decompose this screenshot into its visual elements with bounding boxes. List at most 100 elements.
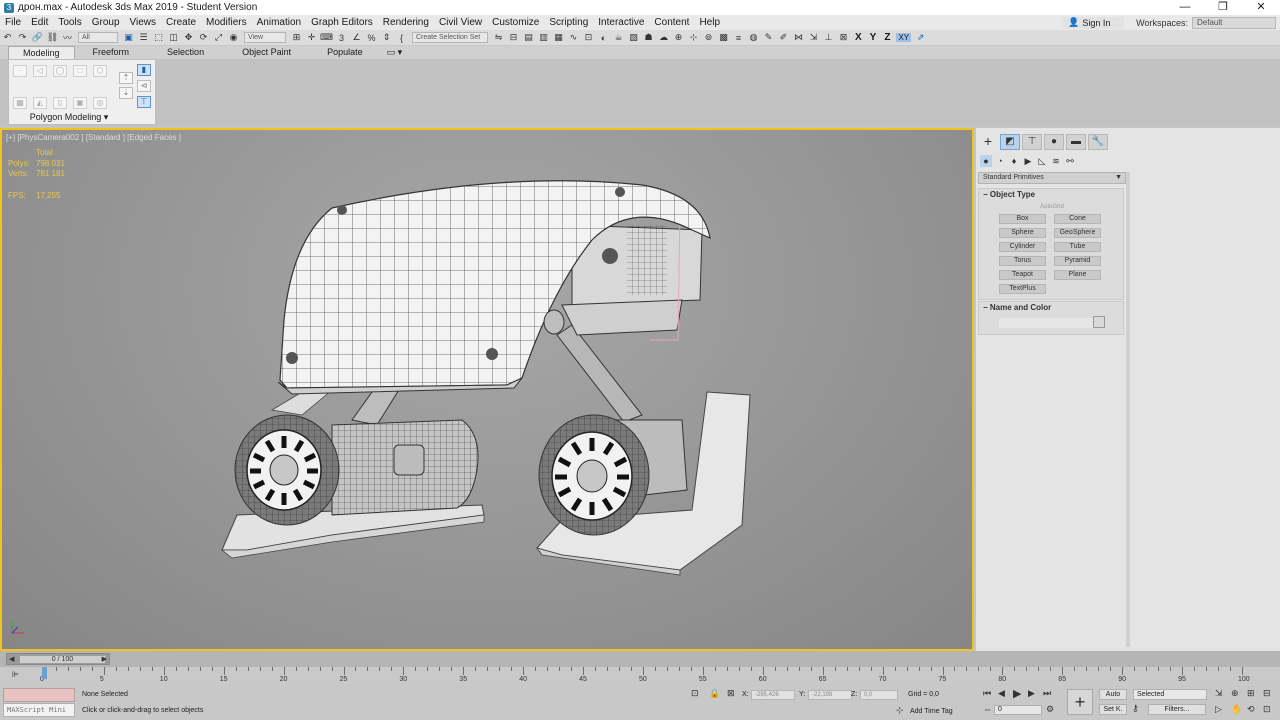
menu-views[interactable]: Views — [125, 17, 162, 28]
reference-coordinate-select[interactable]: View — [244, 32, 286, 43]
selection-filter-select[interactable]: All — [78, 32, 118, 43]
time-slider-thumb[interactable]: 0 / 100 — [19, 655, 106, 664]
cameras-icon[interactable]: ▶ — [1022, 155, 1034, 167]
menu-group[interactable]: Group — [87, 17, 125, 28]
go-to-end-icon[interactable]: ⏭ — [1043, 688, 1051, 699]
isolate-icon[interactable]: ◍ — [748, 32, 759, 43]
command-panel-scrollbar[interactable] — [1126, 172, 1130, 647]
motion-tab-icon[interactable]: ● — [1044, 134, 1064, 150]
border-mode-icon[interactable]: ◯ — [53, 65, 67, 77]
tab-modeling[interactable]: Modeling — [8, 46, 75, 59]
absolute-mode-icon[interactable]: ⊠ — [727, 688, 735, 699]
box-button[interactable]: Box — [999, 214, 1046, 224]
orbit-icon[interactable]: ⟲ — [1247, 704, 1255, 715]
timeline-ruler[interactable]: 0 5 10 15 20 25 30 35 40 45 50 55 60 65 70 75 80 85 90 95 10… — [40, 667, 1264, 685]
filters-button[interactable]: Filters... — [1148, 704, 1206, 715]
window-crossing-icon[interactable]: ◫ — [168, 32, 179, 43]
close-button[interactable]: ✕ — [1242, 0, 1280, 15]
pan-icon[interactable]: ✋ — [1231, 704, 1242, 715]
time-slider-track[interactable]: ◀ 0 / 100 ▶ — [6, 653, 110, 665]
schematic-view-icon[interactable]: ⊡ — [583, 32, 594, 43]
object-color-swatch[interactable] — [1093, 316, 1105, 328]
previous-key-icon[interactable]: ◀ — [998, 688, 1005, 699]
name-and-color-title[interactable]: − Name and Color — [979, 302, 1123, 313]
torus-button[interactable]: Torus — [999, 256, 1046, 266]
layer-manager-icon[interactable]: ≡ — [733, 32, 744, 43]
open-a360-gallery-icon[interactable]: ⊕ — [673, 32, 684, 43]
render-in-cloud-icon[interactable]: ☁ — [658, 32, 669, 43]
keyboard-shortcut-icon[interactable]: ⌨ — [320, 32, 333, 43]
menu-content[interactable]: Content — [649, 17, 694, 28]
x-coordinate-field[interactable]: -295,426 — [751, 690, 795, 700]
zoom-icon[interactable]: ⇲ — [1215, 688, 1223, 699]
maxscript-listener-output[interactable] — [3, 688, 75, 702]
menu-interactive[interactable]: Interactive — [593, 17, 649, 28]
cone-button[interactable]: Cone — [1054, 214, 1101, 224]
toggle-ribbon-icon[interactable]: ▦ — [553, 32, 564, 43]
create-tab-icon[interactable]: + — [978, 134, 998, 150]
menu-file[interactable]: File — [0, 17, 26, 28]
rectangular-selection-icon[interactable]: ⬚ — [153, 32, 164, 43]
rotate-icon[interactable]: ⟳ — [198, 32, 209, 43]
utilities-tab-icon[interactable]: 🔧 — [1088, 134, 1108, 150]
set-key-mode-button[interactable]: Set K. — [1099, 704, 1127, 715]
mirror-icon[interactable]: ⇋ — [493, 32, 504, 43]
toggle-scene-explorer-icon[interactable]: ▤ — [523, 32, 534, 43]
sphere-button[interactable]: Sphere — [999, 228, 1046, 238]
auto-key-button[interactable]: Auto — [1099, 689, 1127, 700]
spinner-snap-icon[interactable]: ⇕ — [381, 32, 392, 43]
viewport-config-icon[interactable]: ⊚ — [703, 32, 714, 43]
cylinder-button[interactable]: Cylinder — [999, 242, 1046, 252]
select-by-name-icon[interactable]: ☰ — [138, 32, 149, 43]
plane-button[interactable]: Plane — [1054, 270, 1101, 280]
ribbon-options-icon[interactable]: ▭ ▾ — [381, 46, 409, 59]
menu-help[interactable]: Help — [694, 17, 725, 28]
zoom-extents-all-icon[interactable]: ⊟ — [1263, 688, 1271, 699]
field-of-view-icon[interactable]: ▷ — [1215, 704, 1222, 715]
edit-named-selection-icon[interactable]: { — [396, 32, 407, 43]
zoom-extents-icon[interactable]: ⊞ — [1247, 688, 1255, 699]
place-icon[interactable]: ◉ — [228, 32, 239, 43]
current-frame-marker[interactable] — [42, 667, 47, 679]
maximize-viewport-icon[interactable]: ⊡ — [1263, 704, 1271, 715]
key-mode-icon[interactable]: ⇔ — [983, 704, 992, 714]
show-end-result-icon[interactable]: ▮ — [137, 64, 151, 76]
brush-icon[interactable]: ✎ — [763, 32, 774, 43]
toggle-layer-explorer-icon[interactable]: ▥ — [538, 32, 549, 43]
teapot-button[interactable]: Teapot — [999, 270, 1046, 280]
axis-xy-button[interactable]: XY — [896, 33, 912, 42]
redo-icon[interactable]: ↷ — [17, 32, 28, 43]
previous-modifier-icon[interactable]: ⇣ — [119, 87, 133, 99]
workspace-select[interactable]: Default — [1192, 16, 1276, 29]
snaps-2d-icon[interactable]: ⊹ — [688, 32, 699, 43]
next-key-icon[interactable]: ▶ — [1028, 688, 1035, 699]
z-coordinate-field[interactable]: 0,0 — [860, 690, 898, 700]
tube-button[interactable]: Tube — [1054, 242, 1101, 252]
sign-in-button[interactable]: 👤 Sign In — [1062, 16, 1125, 29]
zoom-all-icon[interactable]: ⊕ — [1231, 688, 1239, 699]
bind-spacewarp-icon[interactable]: 〰 — [62, 32, 73, 43]
curve-editor-toggle-icon[interactable]: ⊫ — [12, 670, 19, 679]
tab-object-paint[interactable]: Object Paint — [224, 46, 309, 59]
edge-mode-icon[interactable]: ◁ — [33, 65, 47, 77]
angle-snap-icon[interactable]: ∠ — [351, 32, 362, 43]
render-setup-icon[interactable]: ☕ — [613, 32, 624, 43]
snap-toggle-icon[interactable]: 3 — [336, 32, 347, 43]
menu-edit[interactable]: Edit — [26, 17, 53, 28]
move-icon[interactable]: ✥ — [183, 32, 194, 43]
maximize-button[interactable]: ❐ — [1204, 0, 1242, 15]
collapse-stack-icon[interactable]: ▯ — [53, 97, 67, 109]
polygon-modeling-title[interactable]: Polygon Modeling ▾ — [9, 112, 129, 123]
axis-constraint-toggle-icon[interactable]: ⇗ — [915, 32, 926, 43]
object-name-field[interactable] — [999, 318, 1093, 328]
tab-freeform[interactable]: Freeform — [75, 46, 148, 59]
axis-y-button[interactable]: Y — [870, 32, 877, 43]
modify-mode-icon[interactable]: ▦ — [13, 97, 27, 109]
named-selection-set-select[interactable]: Create Selection Set — [412, 32, 488, 43]
time-config-icon[interactable]: ⚙ — [1046, 704, 1054, 715]
element-mode-icon[interactable]: ⬡ — [93, 65, 107, 77]
tab-populate[interactable]: Populate — [309, 46, 381, 59]
curve-editor-icon[interactable]: ∿ — [568, 32, 579, 43]
pivot-icon[interactable]: ⊞ — [291, 32, 302, 43]
toggle-command-mode-icon[interactable]: ▣ — [73, 97, 87, 109]
